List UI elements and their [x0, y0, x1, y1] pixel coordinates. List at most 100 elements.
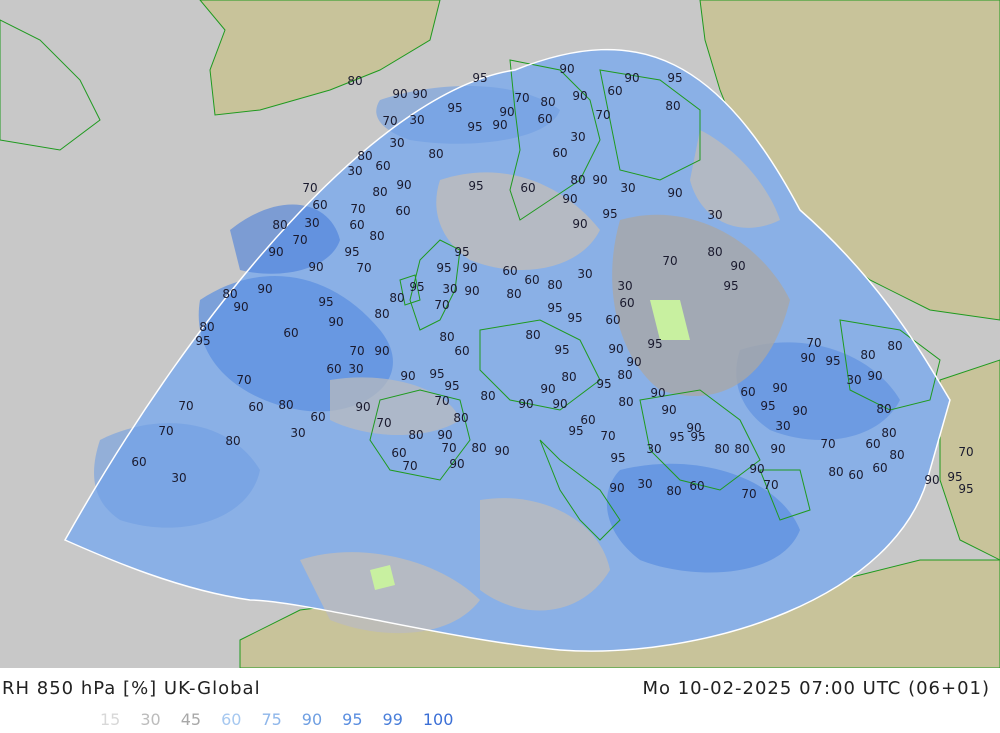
contour-label: 70 [820, 437, 835, 451]
contour-label: 90 [800, 351, 815, 365]
contour-label: 30 [620, 181, 635, 195]
contour-label: 95 [610, 451, 625, 465]
contour-label: 70 [595, 108, 610, 122]
contour-label: 80 [887, 339, 902, 353]
contour-label: 80 [889, 448, 904, 462]
contour-label: 60 [865, 437, 880, 451]
contour-label: 95 [567, 311, 582, 325]
contour-label: 90 [667, 186, 682, 200]
contour-label: 70 [356, 261, 371, 275]
contour-label: 70 [350, 202, 365, 216]
contour-label: 90 [572, 217, 587, 231]
legend-item: 75 [261, 709, 282, 729]
contour-label: 80 [707, 245, 722, 259]
contour-label: 90 [464, 284, 479, 298]
contour-label: 80 [199, 320, 214, 334]
contour-label: 95 [760, 399, 775, 413]
legend-item: 90 [301, 709, 323, 729]
contour-label: 80 [372, 185, 387, 199]
contour-label: 80 [357, 149, 372, 163]
contour-label: 60 [524, 273, 539, 287]
contour-label: 70 [302, 181, 317, 195]
contour-label: 90 [396, 178, 411, 192]
contour-label: 70 [763, 478, 778, 492]
contour-label: 60 [607, 84, 622, 98]
contour-label: 95 [447, 101, 462, 115]
contour-label: 70 [434, 394, 449, 408]
contour-label: 95 [468, 179, 483, 193]
contour-label: 80 [734, 442, 749, 456]
contour-label: 30 [775, 419, 790, 433]
contour-label: 80 [369, 229, 384, 243]
contour-label: 70 [236, 373, 251, 387]
contour-label: 80 [876, 402, 891, 416]
contour-label: 95 [195, 334, 210, 348]
contour-label: 80 [525, 328, 540, 342]
contour-label: 70 [958, 445, 973, 459]
contour-label: 60 [689, 479, 704, 493]
contour-label: 30 [646, 442, 661, 456]
contour-label: 30 [577, 267, 592, 281]
contour-label: 95 [690, 430, 705, 444]
contour-label: 60 [872, 461, 887, 475]
contour-label: 90 [730, 259, 745, 273]
contour-label: 90 [494, 444, 509, 458]
contour-label: 95 [723, 279, 738, 293]
contour-label: 90 [374, 344, 389, 358]
contour-label: 70 [178, 399, 193, 413]
contour-label: 95 [596, 377, 611, 391]
contour-label: 70 [806, 336, 821, 350]
contour-label: 95 [344, 245, 359, 259]
contour-label: 90 [772, 381, 787, 395]
contour-label: 60 [502, 264, 517, 278]
contour-label: 90 [308, 260, 323, 274]
contour-label: 30 [442, 282, 457, 296]
contour-label: 80 [389, 291, 404, 305]
legend-item: 15 [100, 709, 121, 729]
contour-label: 80 [665, 99, 680, 113]
contour-label: 70 [600, 429, 615, 443]
contour-label: 60 [283, 326, 298, 340]
contour-label: 95 [647, 337, 662, 351]
footer: RH 850 hPa [%] UK-Global Mo 10-02-2025 0… [0, 668, 1000, 733]
contour-label: 80 [561, 370, 576, 384]
contour-label: 90 [437, 428, 452, 442]
contour-label: 60 [312, 198, 327, 212]
contour-label: 60 [740, 385, 755, 399]
contour-label: 90 [552, 397, 567, 411]
contour-label: 90 [749, 462, 764, 476]
contour-label: 80 [428, 147, 443, 161]
contour-label: 90 [518, 397, 533, 411]
contour-label: 80 [617, 368, 632, 382]
contour-label: 95 [409, 280, 424, 294]
contour-label: 90 [609, 481, 624, 495]
contour-label: 70 [382, 114, 397, 128]
contour-label: 90 [624, 71, 639, 85]
contour-label: 80 [471, 441, 486, 455]
contour-label: 70 [292, 233, 307, 247]
contour-label: 90 [355, 400, 370, 414]
contour-label: 95 [436, 261, 451, 275]
legend-item: 100 [422, 709, 454, 729]
contour-label: 95 [602, 207, 617, 221]
contour-label: 90 [449, 457, 464, 471]
contour-label: 80 [222, 287, 237, 301]
contour-label: 80 [714, 442, 729, 456]
contour-label: 70 [349, 344, 364, 358]
contour-label: 30 [171, 471, 186, 485]
contour-label: 70 [158, 424, 173, 438]
contour-label: 60 [131, 455, 146, 469]
contour-label: 80 [547, 278, 562, 292]
contour-label: 60 [391, 446, 406, 460]
contour-label: 80 [453, 411, 468, 425]
contour-label: 60 [248, 400, 263, 414]
contour-label: 90 [562, 192, 577, 206]
legend-item: 30 [140, 709, 161, 729]
contour-label: 80 [828, 465, 843, 479]
contour-label: 80 [225, 434, 240, 448]
contour-label: 95 [958, 482, 973, 496]
contour-label: 80 [374, 307, 389, 321]
contour-label: 90 [268, 245, 283, 259]
contour-label: 70 [662, 254, 677, 268]
contour-label: 90 [867, 369, 882, 383]
